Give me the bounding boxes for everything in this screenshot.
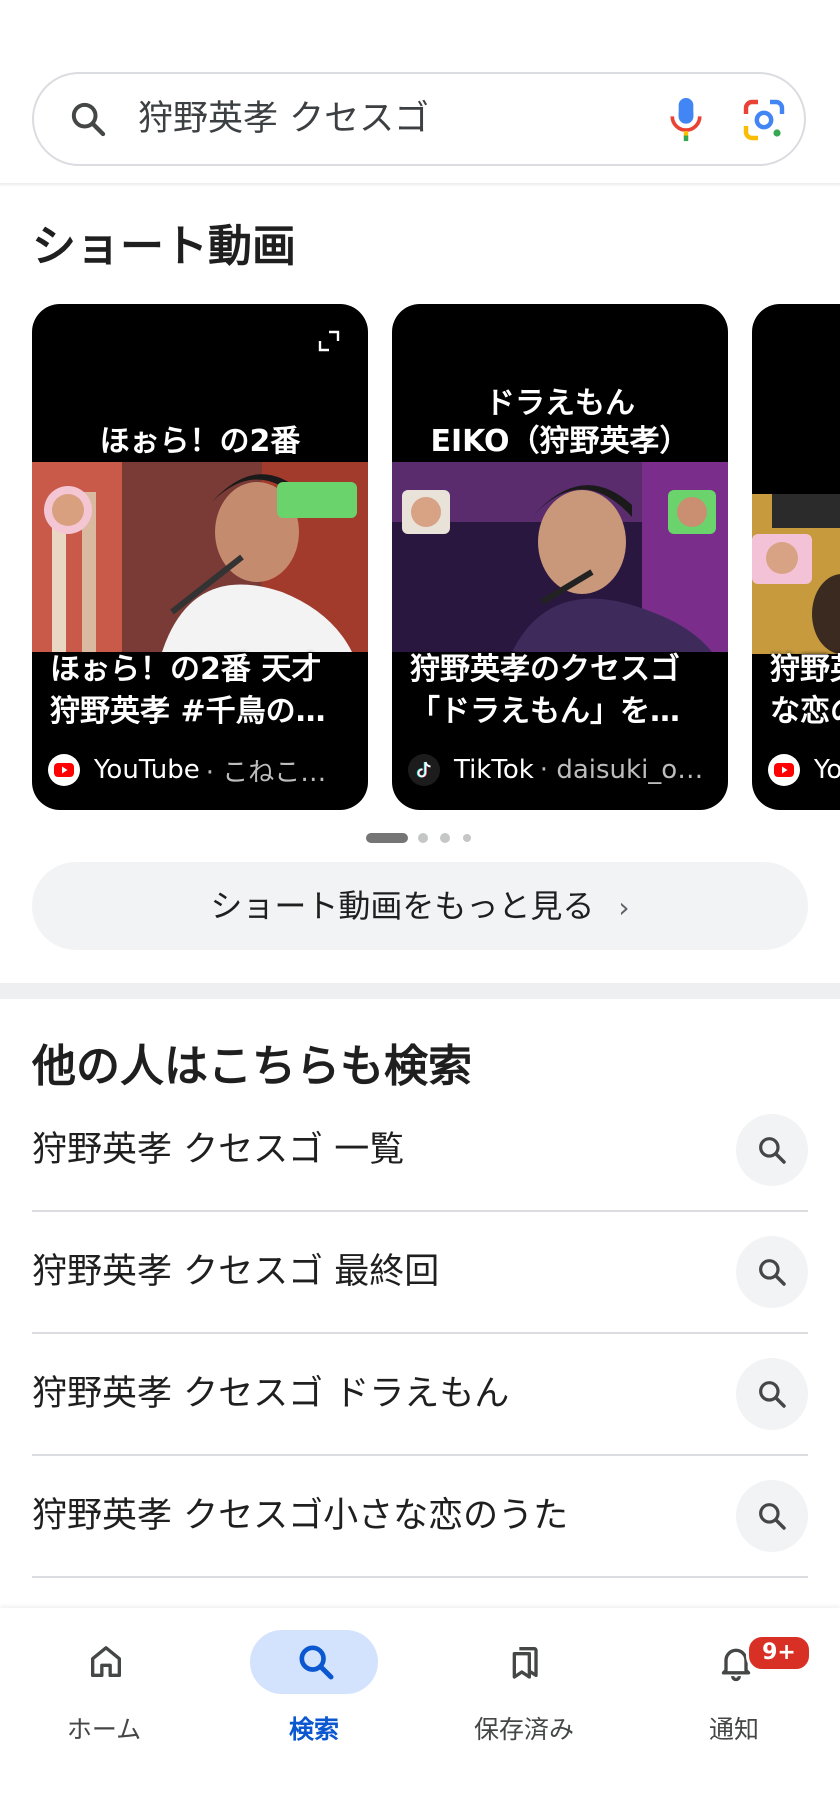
more-shorts-button[interactable]: ショート動画をもっと見る › [32, 862, 808, 950]
google-lens-icon[interactable] [740, 96, 788, 144]
section-divider [0, 983, 840, 999]
related-search-item[interactable]: 狩野英孝 クセスゴ 一覧 [32, 1090, 808, 1212]
nav-search[interactable]: 検索 [230, 1620, 410, 1744]
related-search-button[interactable] [736, 1480, 808, 1552]
short-card[interactable]: ドラえもん EIKO（狩野英孝） 狩野英孝のクセスゴ 「ドラえもん」を… Tik… [392, 304, 728, 810]
nav-home[interactable]: ホーム [20, 1620, 200, 1744]
video-thumbnail [392, 462, 728, 652]
related-search-button[interactable] [736, 1236, 808, 1308]
short-title-line: 狩野英 [770, 652, 840, 687]
related-search-item[interactable]: 狩野英孝 クセスゴ ドラえもん [32, 1334, 808, 1456]
related-search-button[interactable] [736, 1358, 808, 1430]
related-search-button[interactable] [736, 1114, 808, 1186]
related-searches-heading: 他の人はこちらも検索 [32, 1041, 472, 1092]
platform-name: Yo [814, 755, 840, 785]
notification-badge: 9+ [746, 1634, 812, 1672]
short-title[interactable]: ほぉら！の2番 天才 狩野英孝 #千鳥の… [50, 649, 354, 733]
video-overlay-caption: EIKO（狩野英孝） [430, 424, 690, 459]
search-icon [759, 1137, 786, 1164]
youtube-icon [48, 754, 80, 786]
search-query[interactable]: 狩野英孝 クセスゴ [138, 74, 429, 164]
related-search-item[interactable]: 狩野英孝 クセスゴ 最終回 [32, 1212, 808, 1334]
video-thumbnail [32, 462, 368, 652]
nav-notifications-label: 通知 [708, 1715, 759, 1744]
bottom-navigation: ホーム 検索 保存済み 9+ 通知 [0, 1608, 840, 1820]
search-icon [299, 1645, 334, 1680]
search-icon [71, 102, 106, 137]
short-title[interactable]: 狩野英孝のクセスゴ 「ドラえもん」を… [410, 649, 714, 733]
related-search-label: 狩野英孝 クセスゴ小さな恋のうた [32, 1496, 569, 1536]
related-search-label: 狩野英孝 クセスゴ 一覧 [32, 1130, 405, 1170]
video-overlay-caption: ドラえもん [485, 386, 635, 421]
short-source: Yo [768, 752, 840, 788]
related-search-label: 狩野英孝 クセスゴ 最終回 [32, 1252, 440, 1292]
home-icon [91, 1646, 122, 1677]
short-title-line: 狩野英孝のクセスゴ [410, 652, 680, 687]
short-source: YouTube · こねこ… [48, 752, 354, 788]
header-divider [0, 183, 840, 187]
video-thumbnail [752, 494, 840, 654]
search-icon [759, 1503, 786, 1530]
short-title-line: な恋の [770, 694, 840, 729]
platform-name: YouTube [94, 755, 200, 785]
short-title-line: 「ドラえもん」を… [410, 694, 680, 729]
nav-notifications[interactable]: 9+ 通知 [650, 1620, 830, 1744]
short-title-line: 狩野英孝 #千鳥の… [50, 694, 326, 729]
pagination-dot [440, 833, 450, 843]
search-bar[interactable]: 狩野英孝 クセスゴ [32, 72, 806, 166]
short-source: TikTok · daisuki_o… [408, 752, 714, 788]
saved-icon [512, 1647, 538, 1679]
pagination-dot-active [366, 833, 408, 843]
tiktok-icon [408, 754, 440, 786]
microphone-icon[interactable] [664, 96, 708, 144]
nav-search-label: 検索 [288, 1715, 339, 1744]
more-shorts-label: ショート動画をもっと見る [210, 887, 595, 925]
related-search-label: 狩野英孝 クセスゴ ドラえもん [32, 1374, 510, 1414]
channel-name: · daisuki_o… [539, 755, 704, 785]
search-icon [759, 1259, 786, 1286]
short-card[interactable]: ほぉら！の2番 ほぉら！の2番 天才 狩野英孝 #千鳥の… YouTube · … [32, 304, 368, 810]
nav-saved-label: 保存済み [473, 1715, 574, 1744]
related-search-item[interactable]: 狩野英孝 クセスゴ小さな恋のうた [32, 1456, 808, 1578]
chevron-right-icon: › [618, 891, 630, 924]
youtube-icon [768, 754, 800, 786]
shorts-heading: ショート動画 [32, 221, 296, 272]
carousel-pagination [0, 830, 840, 844]
search-icon [759, 1381, 786, 1408]
video-overlay-caption: ほぉら！の2番 [99, 424, 301, 459]
channel-name: · こねこ… [205, 757, 327, 788]
pagination-dot [463, 834, 471, 842]
short-title-line: ほぉら！の2番 天才 [50, 652, 322, 687]
nav-home-label: ホーム [66, 1715, 142, 1744]
expand-icon[interactable] [318, 330, 340, 352]
short-card[interactable]: 狩野英 な恋の Yo [752, 304, 840, 810]
pagination-dot [418, 833, 428, 843]
nav-saved[interactable]: 保存済み [440, 1620, 620, 1744]
platform-name: TikTok [454, 755, 534, 785]
short-title[interactable]: 狩野英 な恋の [770, 649, 840, 733]
shorts-carousel[interactable]: ほぉら！の2番 ほぉら！の2番 天才 狩野英孝 #千鳥の… YouTube · … [0, 304, 840, 812]
